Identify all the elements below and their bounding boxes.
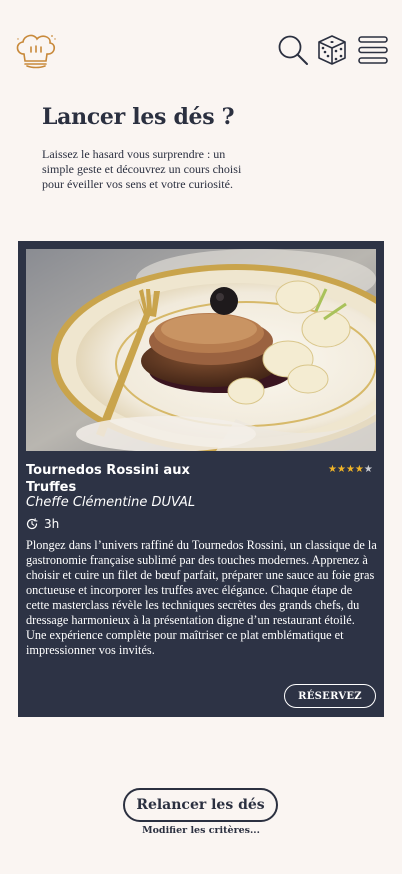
page-title: Lancer les dés ? [42, 104, 235, 130]
star-icon: ★ [336, 464, 346, 475]
course-duration: 3h [26, 517, 59, 531]
header [0, 0, 402, 100]
chef-name: Cheffe Clémentine DUVAL [26, 495, 196, 510]
reserve-button[interactable]: RÉSERVEZ [284, 684, 376, 708]
star-empty-icon: ★ [363, 464, 373, 475]
hamburger-menu-icon[interactable] [357, 34, 389, 66]
star-icon: ★ [345, 464, 355, 475]
clock-icon [26, 518, 38, 530]
dish-photo [26, 249, 376, 451]
course-card: Tournedos Rossini aux Truffes ★★★★★ Chef… [18, 241, 384, 717]
search-icon[interactable] [277, 34, 309, 66]
duration-value: 3h [44, 517, 60, 531]
rating-stars: ★★★★★ [328, 464, 373, 475]
relaunch-dice-button[interactable]: Relancer les dés [123, 788, 278, 822]
course-description: Plongez dans l’univers raffiné du Tourne… [26, 538, 377, 657]
dice-icon[interactable] [316, 34, 348, 66]
star-icon: ★ [328, 464, 337, 475]
course-title-line-2: Truffes [26, 480, 77, 495]
intro-text: Laissez le hasard vous surprendre : un s… [42, 147, 242, 191]
star-icon: ★ [354, 464, 364, 475]
course-title-line-1: Tournedos Rossini aux [26, 463, 190, 478]
modify-criteria-link[interactable]: Modifier les critères... [0, 825, 402, 836]
course-title[interactable]: Tournedos Rossini aux Truffes [26, 462, 226, 496]
chef-hat-icon[interactable] [12, 30, 58, 70]
